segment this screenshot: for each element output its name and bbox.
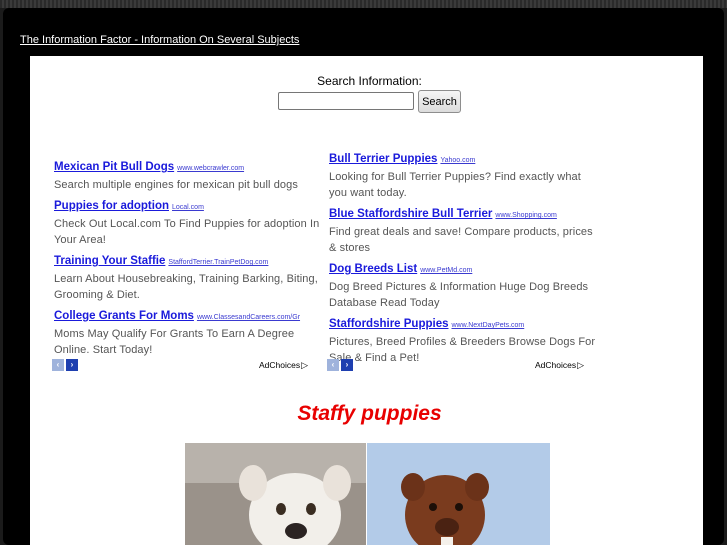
ad-title-link[interactable]: Mexican Pit Bull Dogs <box>54 161 174 173</box>
puppy-photo-white <box>185 443 366 545</box>
adchoices-link-left[interactable]: AdChoices▷ <box>259 360 308 371</box>
ad-item: College Grants For Moms www.ClassesandCar… <box>54 307 324 358</box>
puppy-photo-brown <box>367 443 550 545</box>
puppy-white-image <box>185 443 366 545</box>
ad-title-link[interactable]: College Grants For Moms <box>54 310 194 322</box>
ad-url-link[interactable]: StaffordTerrier.TrainPetDog.com <box>168 259 268 266</box>
search-label: Search Information: <box>317 74 422 88</box>
top-decorative-strip <box>0 0 727 8</box>
ad-item: Puppies for adoption Local.com Check Out … <box>54 197 324 248</box>
site-title-link[interactable]: The Information Factor - Information On … <box>20 34 299 46</box>
chevron-right-icon[interactable]: › <box>66 359 78 371</box>
ad-item: Dog Breeds List www.PetMd.com Dog Breed P… <box>329 260 599 311</box>
ad-column-left: Mexican Pit Bull Dogs www.webcrawler.com … <box>54 158 324 362</box>
ad-title-link[interactable]: Dog Breeds List <box>329 263 417 275</box>
ad-description: Find great deals and save! Compare produ… <box>329 226 593 254</box>
ad-item: Mexican Pit Bull Dogs www.webcrawler.com … <box>54 158 324 193</box>
adchoices-label: AdChoices <box>259 360 301 370</box>
ad-description: Moms May Qualify For Grants To Earn A De… <box>54 328 295 356</box>
ad-url-link[interactable]: www.NextDayPets.com <box>452 322 525 329</box>
ad-title-link[interactable]: Training Your Staffie <box>54 255 165 267</box>
ad-item: Training Your Staffie StaffordTerrier.Tra… <box>54 252 324 303</box>
ad-description: Dog Breed Pictures & Information Huge Do… <box>329 281 589 309</box>
ad-nav-left: ‹ › <box>52 359 78 371</box>
content-panel: Search Information: Search Mexican Pit B… <box>30 56 703 545</box>
ad-description: Looking for Bull Terrier Puppies? Find e… <box>329 171 581 199</box>
search-input[interactable] <box>278 92 414 110</box>
adchoices-link-right[interactable]: AdChoices▷ <box>535 360 584 371</box>
ad-title-link[interactable]: Staffordshire Puppies <box>329 318 449 330</box>
ad-item: Blue Staffordshire Bull Terrier www.Shopp… <box>329 205 599 256</box>
page-heading: Staffy puppies <box>297 402 442 425</box>
ad-url-link[interactable]: www.PetMd.com <box>420 267 472 274</box>
adchoices-label: AdChoices <box>535 360 577 370</box>
ad-nav-right: ‹ › <box>327 359 353 371</box>
chevron-left-icon[interactable]: ‹ <box>327 359 339 371</box>
chevron-left-icon[interactable]: ‹ <box>52 359 64 371</box>
ad-description: Search multiple engines for mexican pit … <box>54 179 298 191</box>
ad-url-link[interactable]: www.webcrawler.com <box>177 165 244 172</box>
ad-item: Staffordshire Puppies www.NextDayPets.com… <box>329 315 599 366</box>
ad-item: Bull Terrier Puppies Yahoo.com Looking fo… <box>329 150 599 201</box>
ad-description: Learn About Housebreaking, Training Bark… <box>54 273 318 301</box>
adchoices-icon: ▷ <box>301 360 309 370</box>
ad-title-link[interactable]: Puppies for adoption <box>54 200 169 212</box>
chevron-right-icon[interactable]: › <box>341 359 353 371</box>
ad-title-link[interactable]: Blue Staffordshire Bull Terrier <box>329 208 492 220</box>
ad-description: Check Out Local.com To Find Puppies for … <box>54 218 320 246</box>
ad-url-link[interactable]: Local.com <box>172 204 204 211</box>
ad-column-right: Bull Terrier Puppies Yahoo.com Looking fo… <box>329 150 599 370</box>
puppy-brown-image <box>367 443 550 545</box>
ad-url-link[interactable]: www.Shopping.com <box>495 212 556 219</box>
adchoices-icon: ▷ <box>577 360 585 370</box>
ad-url-link[interactable]: Yahoo.com <box>440 157 475 164</box>
ad-title-link[interactable]: Bull Terrier Puppies <box>329 153 437 165</box>
search-button[interactable]: Search <box>418 90 461 113</box>
ad-url-link[interactable]: www.ClassesandCareers.com/Gr <box>197 314 300 321</box>
